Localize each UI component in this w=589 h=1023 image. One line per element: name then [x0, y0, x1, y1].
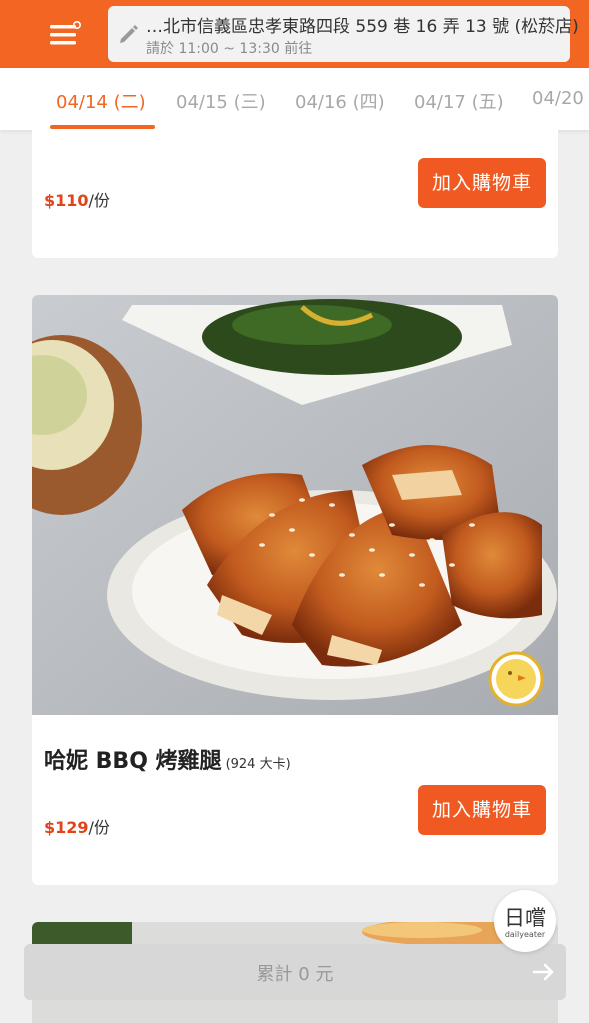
checkout-bar[interactable]: 累計 0 元	[24, 944, 566, 1000]
top-bar: …北市信義區忠孝東路四段 559 巷 16 弄 13 號 (松菸店) 請於 11…	[0, 0, 589, 68]
add-to-cart-button[interactable]: 加入購物車	[418, 158, 546, 208]
arrow-right-icon	[532, 960, 556, 984]
dish-calories: (924 大卡)	[225, 757, 291, 772]
menu-item-card: 哈妮 BBQ 烤雞腿 (924 大卡) $129/份 加入購物車	[32, 295, 558, 885]
food-image[interactable]	[32, 295, 558, 715]
pickup-time: 請於 11:00 ~ 13:30 前往	[146, 41, 313, 57]
pencil-icon	[118, 23, 140, 45]
tab-date-0420[interactable]: 04/20	[532, 88, 584, 109]
date-tabs: 04/14 (二) 04/15 (三) 04/16 (四) 04/17 (五) …	[0, 68, 589, 130]
item-price: $129/份	[44, 818, 110, 837]
tab-date-0416[interactable]: 04/16 (四)	[295, 88, 385, 114]
item-price: $110/份	[44, 191, 110, 210]
tab-date-0414[interactable]: 04/14 (二)	[56, 88, 146, 114]
add-to-cart-button[interactable]: 加入購物車	[418, 785, 546, 835]
total-amount: 累計 0 元	[256, 964, 334, 985]
active-tab-indicator	[50, 125, 155, 129]
dish-title: 哈妮 BBQ 烤雞腿 (924 大卡)	[44, 749, 291, 774]
menu-icon[interactable]	[44, 18, 84, 52]
brand-logo[interactable]: 日嚐 dailyeater	[494, 890, 556, 952]
menu-item-card: $110/份 加入購物車	[32, 130, 558, 258]
store-address: …北市信義區忠孝東路四段 559 巷 16 弄 13 號 (松菸店)	[146, 17, 579, 37]
address-selector[interactable]: …北市信義區忠孝東路四段 559 巷 16 弄 13 號 (松菸店) 請於 11…	[108, 6, 579, 62]
tab-date-0417[interactable]: 04/17 (五)	[414, 88, 504, 114]
tab-date-0415[interactable]: 04/15 (三)	[176, 88, 266, 114]
